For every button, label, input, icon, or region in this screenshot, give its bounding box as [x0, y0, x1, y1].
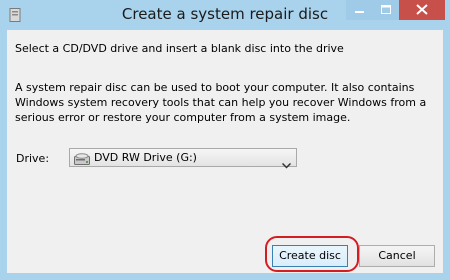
- title-bar[interactable]: Create a system repair disc: [0, 0, 450, 30]
- drive-label: Drive:: [16, 152, 50, 165]
- drive-select[interactable]: DVD RW Drive (G:): [69, 148, 297, 170]
- close-icon: [416, 4, 428, 15]
- maximize-button[interactable]: [373, 0, 399, 20]
- repair-disc-window: Create a system repair disc Select a CD/…: [0, 0, 450, 280]
- instruction-text: Select a CD/DVD drive and insert a blank…: [15, 42, 344, 55]
- chevron-down-icon: [281, 154, 292, 173]
- disc-drive-icon: [74, 151, 90, 170]
- dialog-body: Select a CD/DVD drive and insert a blank…: [7, 30, 443, 273]
- minimize-icon: [355, 11, 364, 13]
- description-text: A system repair disc can be used to boot…: [15, 81, 427, 124]
- drive-select-value: DVD RW Drive (G:): [94, 151, 197, 164]
- maximize-icon: [381, 5, 391, 14]
- cancel-button[interactable]: Cancel: [359, 245, 435, 267]
- close-button[interactable]: [399, 0, 445, 20]
- minimize-button[interactable]: [346, 0, 373, 20]
- create-disc-button[interactable]: Create disc: [272, 245, 348, 267]
